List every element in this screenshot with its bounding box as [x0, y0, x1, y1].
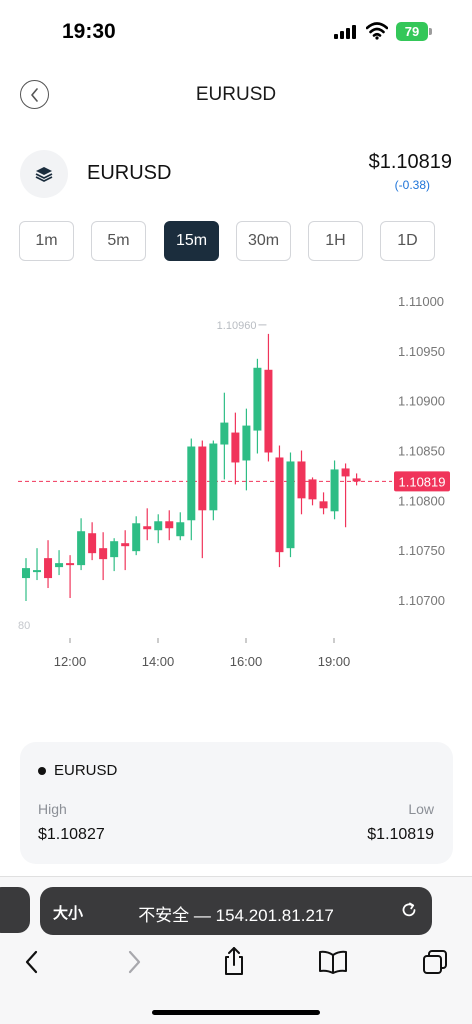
home-indicator: [152, 1010, 320, 1015]
x-tick-label: 14:00: [142, 654, 175, 669]
high-value: $1.10827: [38, 826, 105, 843]
timeframe-30m[interactable]: 30m: [236, 221, 291, 261]
candle-body: [154, 521, 163, 531]
browser-toolbar: 大小 不安全 — 154.201.81.217: [0, 876, 472, 1024]
candle-body: [220, 422, 229, 445]
y-tick-label: 1.10700: [398, 593, 445, 608]
share-icon[interactable]: [221, 945, 247, 977]
low-value: $1.10819: [367, 826, 434, 843]
timeframe-5m[interactable]: 5m: [91, 221, 146, 261]
high-label: High: [38, 801, 67, 817]
max-price-annotation: 1.10960: [217, 320, 257, 332]
candle-body: [297, 461, 306, 499]
candle-body: [99, 548, 108, 560]
timeframe-1h[interactable]: 1H: [308, 221, 363, 261]
candle-body: [308, 479, 317, 500]
x-tick-label: 19:00: [318, 654, 351, 669]
url-text: 不安全 — 154.201.81.217: [138, 906, 334, 925]
candle-body: [110, 541, 119, 558]
x-tick-label: 16:00: [230, 654, 263, 669]
candle-body: [198, 446, 207, 511]
wifi-icon: [366, 22, 388, 40]
candle-body: [176, 522, 185, 537]
y-tick-label: 1.10950: [398, 344, 445, 359]
candle-body: [319, 501, 328, 509]
status-time: 19:30: [62, 20, 116, 43]
candle-body: [55, 563, 64, 568]
candle-body: [66, 563, 75, 566]
candle-body: [187, 446, 196, 521]
asset-change: (-0.38): [394, 178, 430, 192]
candle-body: [253, 367, 262, 431]
candle-body: [275, 457, 284, 553]
layers-icon: [35, 167, 53, 182]
cellular-signal-icon: [334, 25, 356, 39]
candle-body: [286, 461, 295, 549]
candle-body: [143, 526, 152, 530]
candle-body: [77, 531, 86, 566]
candle-body: [44, 558, 53, 579]
candlestick-chart[interactable]: 1.11000 1.10950 1.10900 1.10850 1.10800 1.107…: [0, 280, 472, 680]
candle-body: [121, 543, 130, 547]
tabs-icon[interactable]: [422, 949, 448, 975]
bookmarks-icon[interactable]: [318, 949, 348, 975]
candle-body: [341, 468, 350, 477]
asset-avatar: [20, 150, 68, 198]
timeframe-15m[interactable]: 15m: [164, 221, 219, 261]
y-tick-label: 1.10850: [398, 444, 445, 459]
battery-tip: [429, 28, 432, 35]
y-tick-label: 1.10900: [398, 394, 445, 409]
min-price-annotation: 80: [18, 620, 30, 632]
candle-body: [33, 570, 42, 573]
asset-price: $1.10819: [368, 151, 452, 173]
candle-body: [264, 369, 273, 453]
status-bar: 19:30 79: [0, 0, 472, 62]
nav-back-icon[interactable]: [22, 949, 42, 975]
timeframe-1m[interactable]: 1m: [19, 221, 74, 261]
candle-body: [165, 521, 174, 529]
candle-body: [88, 533, 97, 554]
reload-icon[interactable]: [400, 901, 418, 919]
candle-body: [132, 523, 141, 552]
asset-name: EURUSD: [87, 162, 172, 184]
timeframe-1d[interactable]: 1D: [380, 221, 435, 261]
x-tick-label: 12:00: [54, 654, 87, 669]
page-title: EURUSD: [195, 84, 277, 105]
info-card: EURUSD High $1.10827 Low $1.10819: [20, 742, 453, 864]
address-bar[interactable]: 大小 不安全 — 154.201.81.217: [40, 887, 432, 935]
y-tick-label: 1.10800: [398, 493, 445, 508]
card-asset-name: EURUSD: [54, 762, 118, 779]
previous-tab-stub[interactable]: [0, 887, 30, 933]
candle-body: [330, 469, 339, 512]
candle-body: [242, 425, 251, 461]
y-tick-label: 1.11000: [398, 294, 444, 309]
candle-body: [22, 568, 30, 579]
candle-body: [209, 443, 218, 511]
bullet-dot: [38, 767, 46, 775]
y-tick-label: 1.10750: [398, 543, 445, 558]
nav-forward-icon[interactable]: [124, 949, 144, 975]
candle-body: [231, 432, 240, 463]
low-label: Low: [408, 801, 434, 817]
candle-body: [352, 478, 361, 482]
timeframe-selector: 1m 5m 15m 30m 1H 1D: [19, 221, 435, 261]
battery-indicator: 79: [396, 22, 428, 41]
current-price-label: 1.10819: [399, 474, 446, 489]
